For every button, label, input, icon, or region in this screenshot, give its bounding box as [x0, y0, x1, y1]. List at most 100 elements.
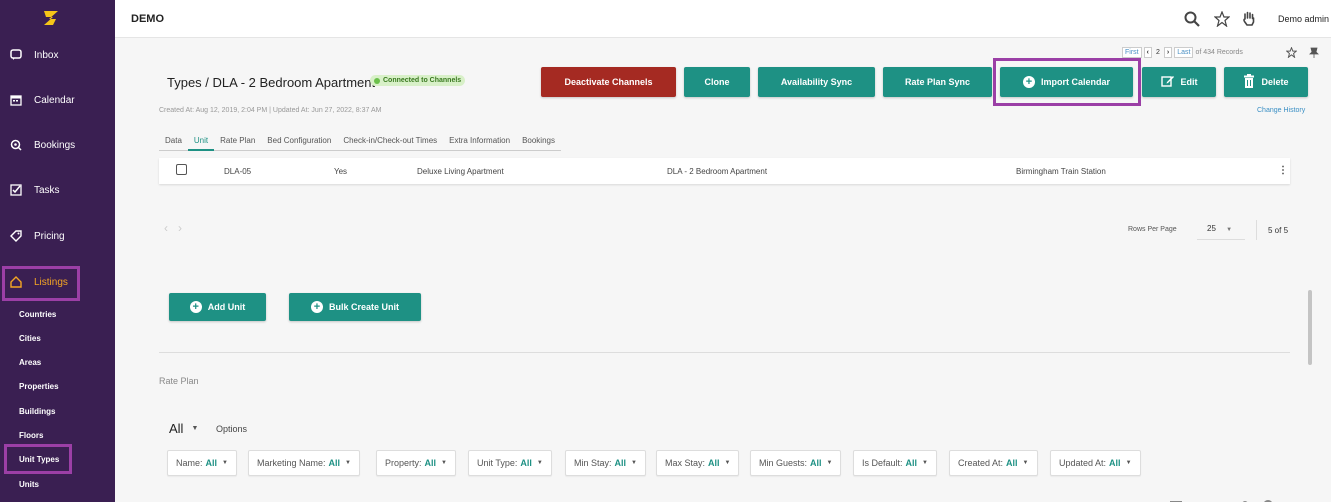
next-page-icon[interactable]: › [178, 221, 182, 235]
refresh-icon[interactable] [1193, 494, 1205, 502]
chevron-down-icon: ▼ [345, 460, 351, 466]
filter-chip-max-stay[interactable]: Max Stay: All ▼ [656, 450, 740, 476]
sidebar-item-label: Inbox [34, 49, 59, 61]
status-badge-label: Connected to Channels [383, 77, 462, 84]
import-calendar-label: Import Calendar [1040, 77, 1110, 87]
import-calendar-button[interactable]: + Import Calendar [1000, 67, 1133, 97]
tab-bed-configuration[interactable]: Bed Configuration [261, 132, 337, 151]
sidebar-subitem-countries[interactable]: Countries [19, 310, 56, 319]
options-button[interactable]: Options [216, 424, 247, 434]
pager-first-button[interactable]: First [1122, 47, 1142, 58]
filter-chip-marketing-name[interactable]: Marketing Name: All ▼ [248, 450, 360, 476]
filter-value: All [1109, 458, 1121, 468]
scrollbar[interactable] [1308, 290, 1312, 365]
user-menu[interactable]: Demo admin [1278, 14, 1329, 24]
sidebar-item-bookings[interactable]: Bookings [0, 133, 115, 157]
bookings-icon [9, 139, 22, 152]
rows-per-page-select[interactable]: 25 ▼ [1197, 218, 1245, 240]
filter-chip-created-at[interactable]: Created At: All ▼ [949, 450, 1038, 476]
filter-chip-is-default[interactable]: Is Default: All ▼ [853, 450, 937, 476]
rate-plan-sync-button[interactable]: Rate Plan Sync [883, 67, 992, 97]
filter-chip-min-guests[interactable]: Min Guests: All ▼ [750, 450, 842, 476]
sidebar-item-tasks[interactable]: Tasks [0, 178, 115, 202]
hand-icon[interactable] [1240, 10, 1258, 28]
filter-chip-updated-at[interactable]: Updated At: All ▼ [1050, 450, 1141, 476]
section-divider [159, 352, 1290, 353]
divider [1256, 220, 1257, 240]
bulk-create-unit-button[interactable]: + Bulk Create Unit [289, 293, 421, 321]
sidebar-subitem-areas[interactable]: Areas [19, 358, 41, 367]
filter-label: Created At: [958, 458, 1004, 468]
tab-extra-information[interactable]: Extra Information [443, 132, 516, 151]
sidebar-subitem-buildings[interactable]: Buildings [19, 407, 55, 416]
tab-check-in-out-times[interactable]: Check-in/Check-out Times [337, 132, 443, 151]
sidebar-item-calendar[interactable]: Calendar [0, 88, 115, 112]
star-icon[interactable] [1213, 10, 1231, 28]
tab-rate-plan[interactable]: Rate Plan [214, 132, 261, 151]
tab-data[interactable]: Data [159, 132, 188, 151]
favorite-star-icon[interactable] [1285, 45, 1298, 63]
filter-chip-unit-type[interactable]: Unit Type: All ▼ [468, 450, 552, 476]
row-checkbox[interactable] [176, 164, 187, 175]
unit-location: Birmingham Train Station [1016, 167, 1106, 176]
pager-next-button[interactable]: › [1163, 47, 1173, 58]
rate-plan-section-label: Rate Plan [159, 376, 199, 386]
list-icon[interactable] [1170, 494, 1182, 502]
table-nav: ‹ › [164, 221, 182, 235]
chevron-down-icon: ▼ [1125, 460, 1132, 466]
sidebar-subitem-cities[interactable]: Cities [19, 334, 41, 343]
search-icon[interactable] [1183, 10, 1201, 28]
filter-chip-name[interactable]: Name: All ▼ [167, 450, 237, 476]
app-title: DEMO [131, 13, 164, 25]
filter-chip-property[interactable]: Property: All ▼ [376, 450, 456, 476]
pager-records: of 434 Records [1195, 49, 1243, 56]
top-bar: DEMO Demo admin [115, 0, 1331, 38]
add-unit-button[interactable]: + Add Unit [169, 293, 266, 321]
edit-button[interactable]: Edit [1142, 67, 1216, 97]
pin-icon[interactable] [1309, 45, 1319, 63]
sidebar-item-pricing[interactable]: Pricing [0, 224, 115, 248]
chevron-down-icon: ▼ [724, 460, 731, 466]
filter-chip-min-stay[interactable]: Min Stay: All ▼ [565, 450, 646, 476]
home-icon [9, 276, 22, 289]
filter-label: Unit Type: [477, 458, 518, 468]
sidebar-subitem-properties[interactable]: Properties [19, 382, 59, 391]
chevron-down-icon: ▼ [441, 460, 447, 466]
sync-icon[interactable] [1216, 494, 1228, 502]
unit-active: Yes [334, 167, 348, 176]
sidebar-subitem-units[interactable]: Units [19, 480, 39, 489]
change-history-link[interactable]: Change History [1257, 107, 1305, 114]
prev-page-icon[interactable]: ‹ [164, 221, 168, 235]
filter-label: Property: [385, 458, 422, 468]
filter-label: Marketing Name: [257, 458, 326, 468]
row-menu-icon[interactable]: ⋮ [1278, 165, 1288, 176]
filter-label: Min Guests: [759, 458, 808, 468]
filter-value: All [520, 458, 532, 468]
gear-icon[interactable] [1262, 494, 1274, 502]
record-pager: First ‹ 2 › Last of 434 Records [1122, 47, 1243, 58]
toolbar-icons [1170, 494, 1274, 502]
sidebar-item-listings[interactable]: Listings [0, 270, 115, 294]
tab-bookings[interactable]: Bookings [516, 132, 561, 151]
sidebar-subitem-unit-types[interactable]: Unit Types [19, 455, 59, 464]
filter-value: All [614, 458, 627, 468]
sidebar-item-inbox[interactable]: Inbox [0, 43, 115, 67]
tab-unit[interactable]: Unit [187, 132, 215, 151]
view-filter-select[interactable]: All ▼ [169, 421, 198, 436]
pager-prev-button[interactable]: ‹ [1143, 47, 1152, 58]
table-row[interactable]: DLA-05 Yes Deluxe Living Apartment DLA -… [159, 158, 1290, 184]
delete-button[interactable]: Delete [1224, 67, 1308, 97]
deactivate-channels-button[interactable]: Deactivate Channels [541, 67, 676, 97]
sidebar-subitem-floors[interactable]: Floors [19, 431, 43, 440]
unit-type: DLA - 2 Bedroom Apartment [667, 167, 768, 176]
app-logo[interactable] [41, 8, 61, 28]
filter-value: All [810, 458, 822, 468]
clone-button[interactable]: Clone [684, 67, 750, 97]
record-meta: Created At: Aug 12, 2019, 2:04 PM | Upda… [159, 107, 382, 114]
filter-label: Max Stay: [665, 458, 706, 468]
chevron-down-icon: ▼ [191, 425, 199, 432]
pager-last-button[interactable]: Last [1174, 47, 1194, 58]
person-icon[interactable] [1239, 494, 1251, 502]
availability-sync-button[interactable]: Availability Sync [758, 67, 875, 97]
chevron-down-icon: ▼ [826, 460, 833, 466]
